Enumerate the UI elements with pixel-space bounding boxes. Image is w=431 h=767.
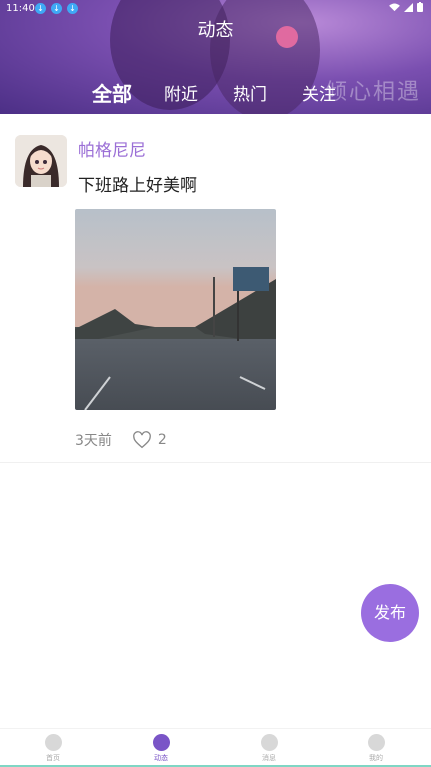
nav-label-moments: 动态: [154, 754, 168, 762]
page-title: 动态: [197, 20, 234, 41]
nav-item-profile[interactable]: 我的: [346, 734, 406, 763]
post-meta: 3天前 2: [75, 430, 167, 450]
message-icon: [260, 734, 278, 751]
header-banner: 11:40 ↓ ↓ ↓ 动态 全部 附近 热门 关注 倾心相遇: [0, 0, 431, 114]
profile-icon: [367, 734, 385, 751]
nav-item-home[interactable]: 首页: [23, 734, 83, 763]
nav-label-profile: 我的: [369, 754, 383, 762]
moments-icon: [152, 734, 170, 751]
road-sunset-photo: [75, 209, 276, 410]
battery-icon: [417, 2, 423, 12]
download-icon: ↓: [67, 3, 78, 14]
tab-popular[interactable]: 热门: [233, 80, 267, 105]
avatar[interactable]: [15, 135, 67, 187]
heart-icon: [133, 431, 151, 449]
signal-icon: [404, 2, 413, 12]
nav-label-home: 首页: [46, 754, 60, 762]
wifi-icon: [389, 2, 400, 11]
like-count: 2: [157, 432, 167, 448]
home-icon: [44, 734, 62, 751]
nav-label-messages: 消息: [262, 754, 276, 762]
banner-watermark: 倾心相遇: [324, 80, 421, 105]
download-icon: ↓: [35, 3, 46, 14]
tab-all[interactable]: 全部: [92, 78, 132, 107]
avatar-illustration: [15, 135, 67, 187]
post-photo[interactable]: [75, 209, 276, 410]
bottom-navigation: 首页 动态 消息 我的: [0, 728, 431, 767]
tab-nearby[interactable]: 附近: [164, 80, 198, 105]
nav-item-messages[interactable]: 消息: [239, 734, 299, 763]
publish-button[interactable]: 发布: [361, 584, 419, 642]
download-icon: ↓: [51, 3, 62, 14]
post-text: 下班路上好美啊: [78, 176, 197, 196]
nav-item-moments[interactable]: 动态: [131, 734, 191, 763]
like-button[interactable]: 2: [132, 431, 167, 449]
post-username[interactable]: 帕格尼尼: [78, 136, 146, 161]
post-time: 3天前: [75, 433, 112, 449]
status-time: 11:40: [6, 3, 35, 14]
feed-post: 帕格尼尼 下班路上好美啊 3天前 2: [0, 114, 431, 463]
